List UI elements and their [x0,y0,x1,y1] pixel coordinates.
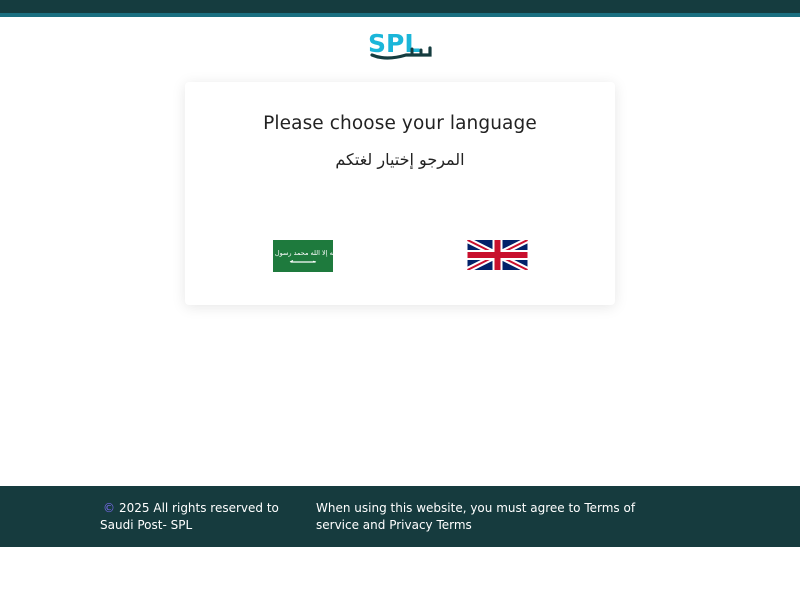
card-subtitle-arabic: المرجو إختيار لغتكم [335,150,465,169]
language-card: Please choose your language المرجو إختيا… [185,82,615,305]
card-title: Please choose your language [263,113,537,134]
copyright-icon: © [103,501,115,515]
flag-emblem-text: لا إله إلا الله محمد رسول الله [273,249,333,257]
spl-logo[interactable]: SPL [366,28,436,62]
top-bar-accent [0,13,800,17]
copyright-text: 2025 All rights reserved to Saudi Post- … [100,501,279,532]
uk-flag-icon[interactable] [467,240,528,270]
saudi-flag-icon[interactable]: لا إله إلا الله محمد رسول الله [273,240,333,272]
footer-copyright: © 2025 All rights reserved to Saudi Post-… [100,500,300,534]
footer-terms[interactable]: When using this website, you must agree … [316,500,676,534]
footer: © 2025 All rights reserved to Saudi Post-… [0,486,800,547]
